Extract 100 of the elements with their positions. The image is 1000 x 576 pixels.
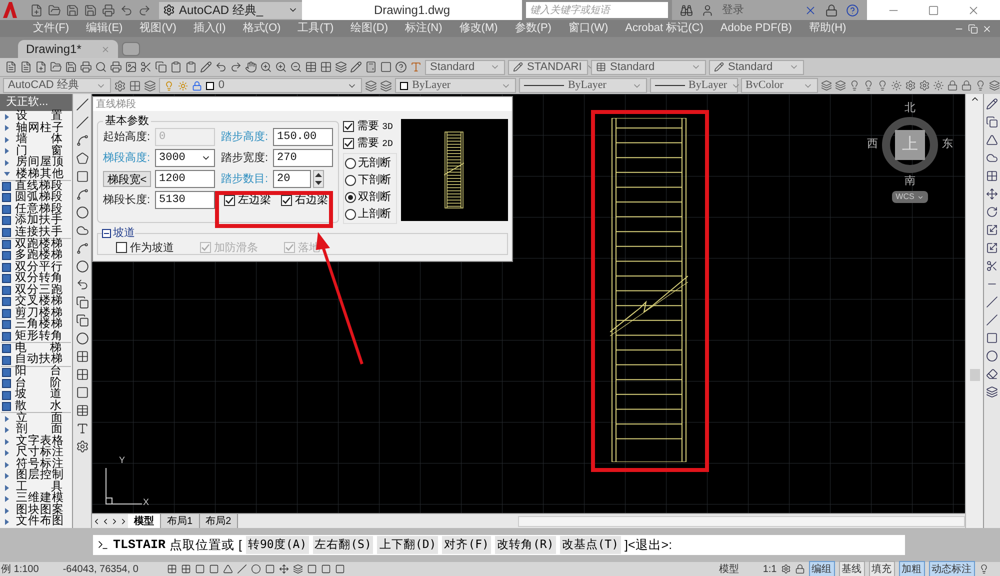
zoom-previous-icon[interactable] <box>290 61 302 73</box>
checkbox[interactable] <box>343 138 354 148</box>
drafting-toggle-icon[interactable] <box>306 564 317 574</box>
break-icon[interactable] <box>986 296 998 308</box>
layer-tool-icon[interactable] <box>933 80 944 91</box>
layer-dropdown[interactable]: 0 <box>159 78 362 93</box>
save-icon[interactable] <box>66 4 79 16</box>
menu-category[interactable]: 门 窗 <box>0 146 72 157</box>
vertical-scrollbar[interactable] <box>970 369 980 381</box>
text-field[interactable]: 150.00 <box>273 128 333 146</box>
redo-icon[interactable] <box>138 4 151 16</box>
lightbulb-icon[interactable] <box>978 564 989 574</box>
save-icon[interactable] <box>65 61 77 73</box>
command-option[interactable]: 改基点(T) <box>560 536 621 554</box>
layout-tab[interactable]: 布局2 <box>200 514 238 528</box>
zoom-icon[interactable] <box>260 61 272 73</box>
point-icon[interactable] <box>76 332 88 345</box>
menu-command[interactable]: 连接扶手 <box>0 226 72 238</box>
multileader-style-dropdown[interactable]: Standard <box>709 60 804 74</box>
radio-button[interactable] <box>345 158 356 168</box>
redo-icon[interactable] <box>230 61 242 73</box>
menu-command[interactable]: 圆弧梯段 <box>0 192 72 204</box>
polyline-icon[interactable] <box>76 134 88 147</box>
layer-previous-icon[interactable] <box>380 80 392 92</box>
help-icon[interactable] <box>395 61 407 73</box>
pdf-icon[interactable] <box>20 61 32 73</box>
drafting-toggle-icon[interactable] <box>236 564 247 574</box>
close-icon[interactable] <box>982 24 992 34</box>
image-icon[interactable] <box>125 61 137 73</box>
cut-icon[interactable] <box>140 61 152 73</box>
drafting-toggle-icon[interactable] <box>264 564 275 574</box>
command-option[interactable]: 转90度(A) <box>246 536 309 554</box>
explode-icon[interactable] <box>986 386 998 398</box>
collapse-icon[interactable] <box>102 228 111 238</box>
maximize-icon[interactable] <box>928 4 939 16</box>
user-icon[interactable] <box>701 4 714 16</box>
ellipse-icon[interactable] <box>76 260 88 273</box>
layer-tool-icon[interactable] <box>947 80 958 91</box>
drafting-toggle-icon[interactable] <box>250 564 261 574</box>
menu-command[interactable]: 三角楼梯 <box>0 319 72 331</box>
tool-palette-icon[interactable] <box>335 61 347 73</box>
checkbox[interactable] <box>224 194 235 206</box>
checkbox[interactable] <box>281 194 292 206</box>
text-field[interactable]: 270 <box>273 149 333 167</box>
menu-category[interactable]: 文件布图 <box>0 516 72 528</box>
lineweight-dropdown[interactable]: ByLayer <box>650 78 738 93</box>
drafting-toggle-icon[interactable] <box>194 564 205 574</box>
menu-category[interactable]: 剖 面 <box>0 424 72 436</box>
checkbox[interactable] <box>343 120 354 132</box>
layer-tool-icon[interactable] <box>835 80 846 91</box>
binoculars-icon[interactable] <box>680 4 693 16</box>
calculator-icon[interactable] <box>365 61 377 73</box>
pan-icon[interactable] <box>245 61 257 73</box>
drafting-toggle-icon[interactable] <box>222 564 233 574</box>
toggle-button[interactable]: 填充 <box>868 560 895 576</box>
drafting-toggle-icon[interactable] <box>292 564 303 574</box>
drafting-toggle-icon[interactable] <box>208 564 219 574</box>
command-option[interactable]: 上下翻(D) <box>377 536 438 554</box>
print-icon[interactable] <box>102 4 115 16</box>
layer-tool-icon[interactable] <box>961 80 972 91</box>
settings-icon[interactable] <box>780 564 791 574</box>
menu-category[interactable]: 房间屋顶 <box>0 157 72 168</box>
command-option[interactable]: 对齐(F) <box>442 536 491 554</box>
menu-category[interactable]: 轴网柱子 <box>0 122 72 134</box>
search-field[interactable]: 键入关键字或短语 <box>526 2 668 18</box>
folder-icon[interactable] <box>48 4 61 16</box>
scale-indicator[interactable]: 例 1:100 <box>0 562 39 576</box>
drafting-toggle-icon[interactable] <box>334 564 345 574</box>
radio-button[interactable] <box>345 208 356 220</box>
text-field[interactable]: 5130 <box>155 191 215 209</box>
pick-width-button[interactable]: 梯段宽< <box>103 171 151 187</box>
layout-tab[interactable]: 模型 <box>128 514 161 528</box>
menu-command[interactable]: 多跑楼梯 <box>0 250 72 262</box>
menu-command[interactable]: 矩形转角 <box>0 330 72 342</box>
undo-icon[interactable] <box>215 61 227 73</box>
annotation-scale-button[interactable]: 1:1 <box>762 562 777 576</box>
menu-command[interactable]: 双分转角 <box>0 273 72 285</box>
drafting-toggle-icon[interactable] <box>166 564 177 574</box>
layer-state-icon[interactable] <box>365 80 378 92</box>
lock-icon[interactable] <box>192 80 202 90</box>
array-icon[interactable] <box>986 170 998 182</box>
menu-command[interactable]: 自动扶梯 <box>0 354 72 366</box>
color-dropdown[interactable]: ByLayer <box>395 78 516 93</box>
text-field[interactable]: 1200 <box>155 170 215 188</box>
menu-category[interactable]: 图层控制 <box>0 470 72 482</box>
menu-command[interactable]: 坡 道 <box>0 389 72 401</box>
lock-icon[interactable] <box>794 564 805 574</box>
menu-command[interactable]: 散 水 <box>0 400 72 412</box>
paste-icon[interactable] <box>170 61 182 73</box>
design-center-icon[interactable] <box>320 61 332 73</box>
menu-command[interactable]: 阳 台 <box>0 366 72 378</box>
workspace-dropdown[interactable]: AutoCAD 经典 <box>3 78 112 93</box>
eraser-icon[interactable] <box>986 368 998 380</box>
properties-icon[interactable] <box>305 61 317 73</box>
dimension-style-dropdown[interactable]: STANDARI <box>508 60 588 74</box>
drafting-toggle-icon[interactable] <box>180 564 191 574</box>
cloud-icon[interactable] <box>76 224 88 237</box>
layer-tool-icon[interactable] <box>863 80 874 91</box>
trim-icon[interactable] <box>986 260 998 272</box>
table-icon[interactable] <box>76 404 88 417</box>
